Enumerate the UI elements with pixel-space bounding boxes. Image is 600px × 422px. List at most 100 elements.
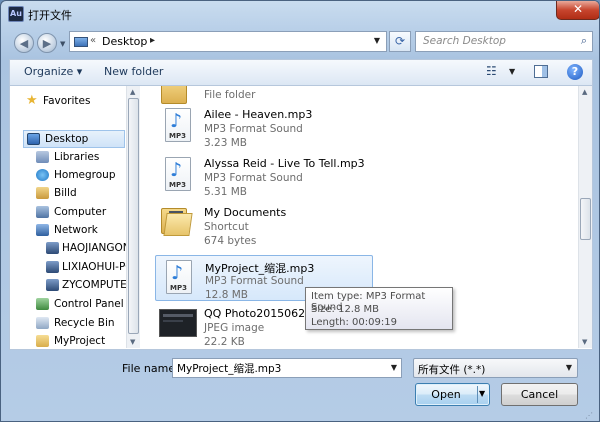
nav-item-haojiangong[interactable]: HAOJIANGONG [44,241,126,257]
file-type: File folder [204,89,256,101]
file-type-filter-select[interactable]: 所有文件 (*.*) ▼ [413,358,578,378]
scroll-down-icon[interactable]: ▼ [582,338,587,346]
list-item-my-documents[interactable]: My Documents Shortcut 674 bytes [155,202,373,248]
tooltip-size: Size: 12.8 MB [311,304,380,315]
nav-item-network[interactable]: Network [34,223,126,239]
chevron-down-icon: ▼ [60,40,66,48]
close-button[interactable]: ✕ [556,1,599,20]
file-type: Shortcut [204,221,249,233]
change-view-icon[interactable]: ☷ [486,64,502,80]
address-dropdown-icon[interactable]: ▼ [374,36,380,45]
scroll-up-icon[interactable]: ▲ [582,88,587,96]
nav-item-favorites[interactable]: ★ Favorites [24,94,124,110]
forward-button[interactable]: ▶ [37,33,57,53]
file-name: Ailee - Heaven.mp3 [204,108,313,121]
scrollbar-thumb[interactable] [128,98,139,334]
open-options-dropdown-icon[interactable]: ▼ [479,389,485,398]
chevron-down-icon[interactable]: ▼ [391,363,397,372]
file-list-scrollbar[interactable]: ▲ ▼ [578,86,592,348]
homegroup-icon [36,169,49,181]
file-name: QQ Photo20150626 [204,307,313,320]
nav-item-label: Billd [54,187,77,199]
file-name: Alyssa Reid - Live To Tell.mp3 [204,157,365,170]
file-size: 5.31 MB [204,186,247,198]
open-file-dialog: Au 打开文件 ✕ ◀ ▶ ▼ « Desktop ▸ ▼ ⟳ Search D… [0,0,600,422]
breadcrumb-separator[interactable]: ▸ [150,35,155,46]
nav-item-zycomputer[interactable]: ZYCOMPUTER [44,278,126,294]
chevron-down-icon: ▼ [565,363,572,372]
split-divider [477,386,478,403]
refresh-button[interactable]: ⟳ [389,31,411,52]
scroll-up-icon[interactable]: ▲ [130,88,135,96]
navigation-pane: ★ Favorites Desktop Libraries Homegroup … [10,86,126,349]
nav-item-homegroup[interactable]: Homegroup [34,168,126,184]
network-computer-icon [46,242,59,254]
file-name-label: File name: [122,362,179,375]
resize-grip-icon[interactable]: ⋰ [585,411,593,420]
network-computer-icon [46,261,59,273]
network-computer-icon [46,279,59,291]
nav-item-control-panel[interactable]: Control Panel [34,297,126,313]
tooltip-length: Length: 00:09:19 [311,317,397,328]
list-item-folder-partial[interactable]: File folder [155,86,373,104]
nav-item-billd[interactable]: Billd [34,186,126,202]
nav-item-label: Recycle Bin [54,317,115,329]
computer-icon [36,206,49,218]
search-input[interactable]: Search Desktop [423,35,506,47]
file-info-tooltip: Item type: MP3 Format Sound Size: 12.8 M… [305,287,453,330]
nav-item-computer[interactable]: Computer [34,205,126,221]
audition-app-icon: Au [8,6,24,22]
list-item-ailee-heaven[interactable]: ♪ MP3 Ailee - Heaven.mp3 MP3 Format Soun… [155,104,373,150]
command-bar: Organize ▾ New folder ☷ ▼ ? [9,59,593,86]
nav-item-label: Control Panel [54,298,124,310]
back-button[interactable]: ◀ [14,33,34,53]
nav-item-lixiaohui-pc[interactable]: LIXIAOHUI-PC [44,260,126,276]
help-icon[interactable]: ? [567,64,583,80]
forward-arrow-icon: ▶ [42,37,52,50]
new-folder-button[interactable]: New folder [104,65,163,78]
file-name: My Documents [204,206,287,219]
scrollbar-thumb[interactable] [580,198,591,240]
search-box[interactable]: Search Desktop ⌕ [415,31,593,52]
nav-item-myproject[interactable]: MyProject [34,334,126,349]
nav-item-label: MyProject [54,335,106,347]
breadcrumb-overflow[interactable]: « [90,35,96,46]
cancel-button[interactable]: Cancel [501,383,578,406]
recent-locations-dropdown[interactable]: ▼ [60,40,65,48]
folder-icon [161,86,191,106]
file-size: 674 bytes [204,235,257,247]
nav-item-label: Libraries [54,151,100,163]
search-icon[interactable]: ⌕ [581,34,587,48]
file-name-input[interactable] [173,359,389,377]
view-options-dropdown[interactable]: ▼ [509,67,515,76]
nav-item-label: Network [54,224,98,236]
navigation-pane-scrollbar[interactable]: ▲ ▼ [126,86,140,348]
jpeg-thumbnail-icon [159,309,197,337]
title-bar[interactable]: Au 打开文件 ✕ [1,1,599,27]
libraries-icon [36,151,49,163]
open-button-label: Open [431,388,461,401]
address-bar[interactable]: « Desktop ▸ ▼ [69,31,387,52]
preview-pane-icon[interactable] [534,65,548,78]
nav-item-label: LIXIAOHUI-PC [62,261,126,273]
nav-item-desktop[interactable]: Desktop [23,130,125,148]
refresh-icon: ⟳ [394,34,406,48]
open-button[interactable]: Open ▼ [415,383,490,406]
control-panel-icon [36,298,49,310]
organize-button[interactable]: Organize ▾ [24,65,82,78]
scroll-down-icon[interactable]: ▼ [130,338,135,346]
window-title: 打开文件 [28,9,72,22]
nav-item-label: Desktop [45,133,89,145]
nav-item-recycle-bin[interactable]: Recycle Bin [34,316,126,332]
file-name-combobox[interactable]: ▼ [172,358,402,378]
list-item-alyssa-reid[interactable]: ♪ MP3 Alyssa Reid - Live To Tell.mp3 MP3… [155,153,373,199]
nav-item-label: ZYCOMPUTER [62,279,126,291]
nav-item-libraries[interactable]: Libraries [34,150,126,166]
file-size: 12.8 MB [205,289,248,301]
desktop-location-icon [74,37,88,47]
file-name: MyProject_缩混.mp3 [205,262,315,275]
recycle-bin-icon [36,317,49,329]
folder-icon [36,335,49,347]
breadcrumb-desktop[interactable]: Desktop [102,35,147,48]
nav-item-label: HAOJIANGONG [62,242,126,254]
